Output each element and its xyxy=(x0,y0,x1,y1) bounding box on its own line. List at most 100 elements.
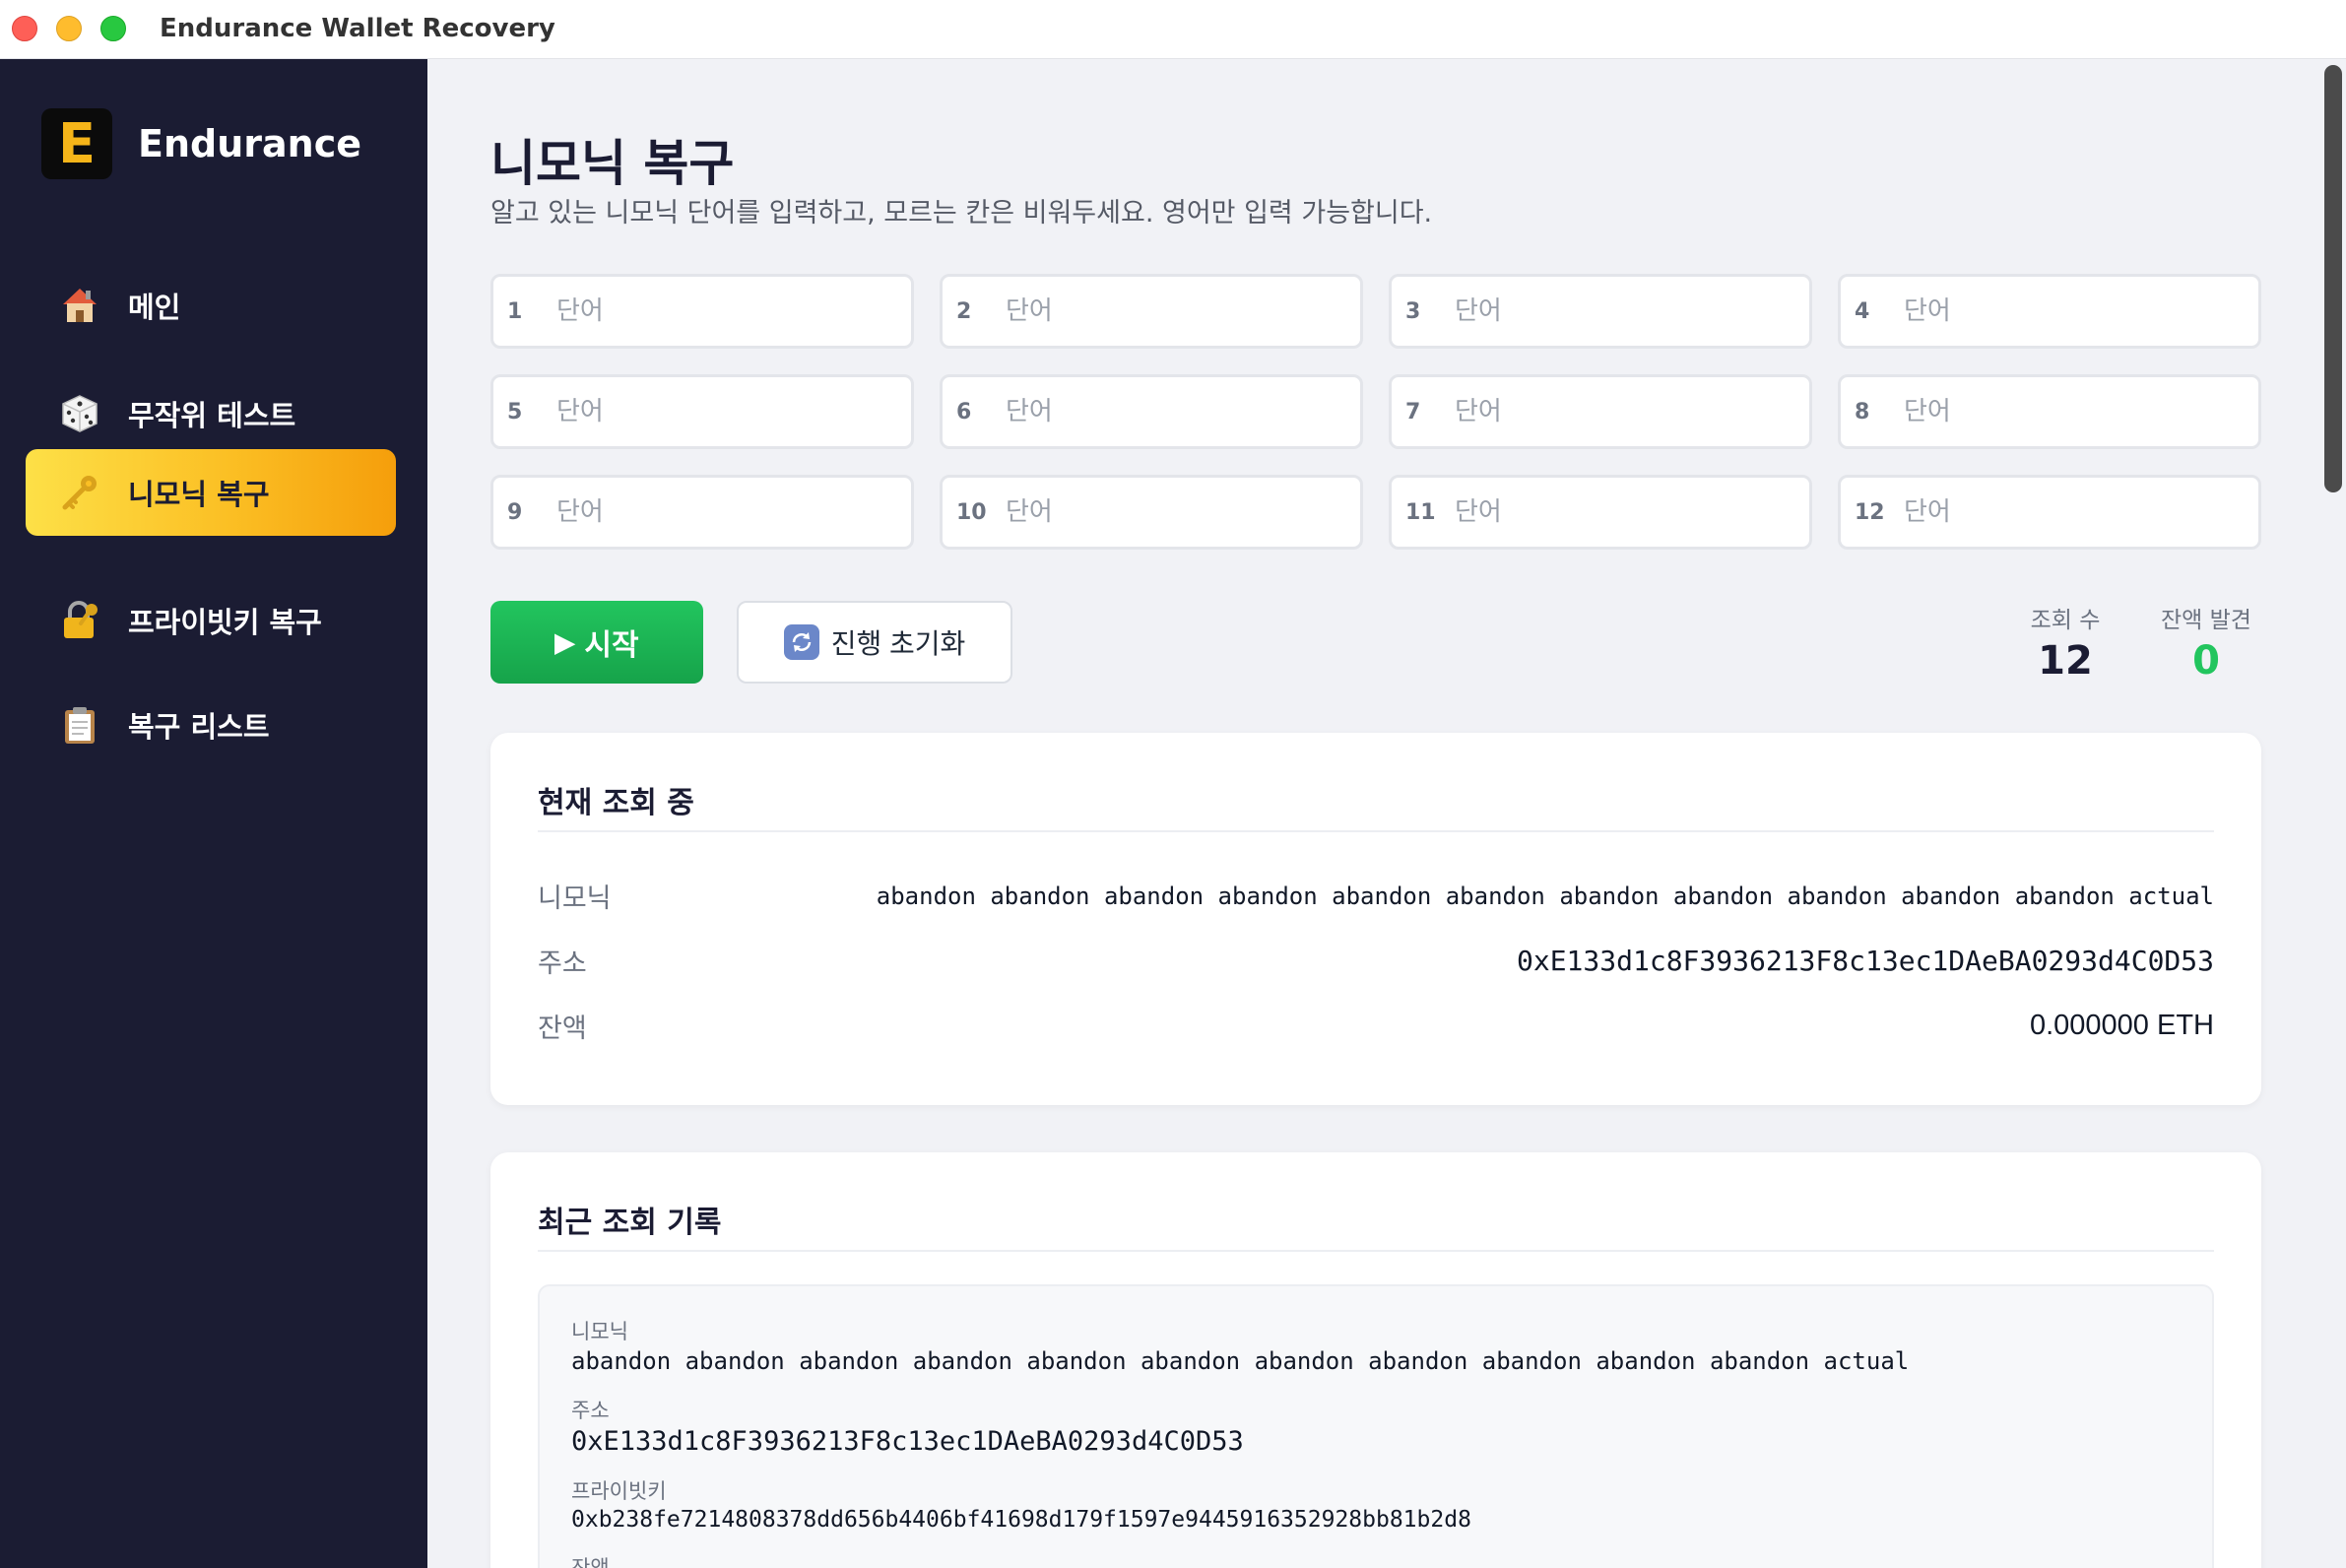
sidebar: E Endurance 메인 무작위 테스트 니모닉 복구 프라이빗키 복구 복… xyxy=(0,59,427,1568)
window-title: Endurance Wallet Recovery xyxy=(160,14,555,43)
word-input-5[interactable] xyxy=(556,397,891,426)
word-number: 1 xyxy=(507,298,523,324)
record-mnemonic-label: 니모닉 xyxy=(571,1320,628,1343)
word-input-12[interactable] xyxy=(1904,497,2239,527)
word-input-10[interactable] xyxy=(1006,497,1340,527)
word-number: 8 xyxy=(1855,399,1870,425)
word-number: 4 xyxy=(1855,298,1870,324)
word-number: 12 xyxy=(1855,499,1885,525)
sidebar-item-recovery-list[interactable]: 복구 리스트 xyxy=(26,682,396,768)
start-button-label: 시작 xyxy=(584,629,639,662)
reset-progress-button[interactable]: 진행 초기화 xyxy=(737,601,1012,684)
word-input-6[interactable] xyxy=(1006,397,1340,426)
window-zoom-button[interactable] xyxy=(100,16,126,41)
word-input-9[interactable] xyxy=(556,497,891,527)
word-number: 10 xyxy=(956,499,987,525)
word-number: 9 xyxy=(507,499,523,525)
word-input-4[interactable] xyxy=(1904,296,2239,326)
word-input-1[interactable] xyxy=(556,296,891,326)
word-number: 3 xyxy=(1405,298,1421,324)
balance-label: 잔액 xyxy=(538,1013,587,1044)
current-mnemonic-row: 니모닉 abandon abandon abandon abandon aban… xyxy=(538,877,2214,915)
history-record: 니모닉 abandon abandon abandon abandon aban… xyxy=(538,1284,2214,1568)
house-icon xyxy=(57,283,102,328)
word-number: 11 xyxy=(1405,499,1436,525)
dice-icon xyxy=(57,391,102,436)
current-balance-row: 잔액 0.000000 ETH xyxy=(538,1007,2214,1045)
word-input-2[interactable] xyxy=(1006,296,1340,326)
brand: E Endurance xyxy=(41,108,361,179)
word-number: 7 xyxy=(1405,399,1421,425)
lookup-count-stat: 조회 수 12 xyxy=(2021,601,2110,684)
word-number: 6 xyxy=(956,399,972,425)
address-value: 0xE133d1c8F3936213F8c13ec1DAeBA0293d4C0D… xyxy=(1516,945,2214,977)
brand-name: Endurance xyxy=(138,122,361,165)
sidebar-item-mnemonic-recovery[interactable]: 니모닉 복구 xyxy=(26,449,396,536)
record-address-label: 주소 xyxy=(571,1399,610,1422)
balance-found-stat: 잔액 발견 0 xyxy=(2153,601,2259,684)
mnemonic-value: abandon abandon abandon abandon abandon … xyxy=(876,882,2214,910)
record-mnemonic-value: abandon abandon abandon abandon abandon … xyxy=(571,1347,1910,1375)
word-field-8[interactable]: 8 xyxy=(1838,374,2261,449)
sidebar-item-private-key-recovery[interactable]: 프라이빗키 복구 xyxy=(26,577,396,664)
page-title: 니모닉 복구 xyxy=(490,135,735,192)
word-input-7[interactable] xyxy=(1455,397,1790,426)
word-field-4[interactable]: 4 xyxy=(1838,274,2261,349)
sidebar-item-label: 무작위 테스트 xyxy=(128,399,296,432)
current-lookup-card: 현재 조회 중 니모닉 abandon abandon abandon aban… xyxy=(490,733,2261,1105)
word-field-6[interactable]: 6 xyxy=(940,374,1363,449)
lock-key-icon xyxy=(57,598,102,643)
sidebar-item-label: 복구 리스트 xyxy=(128,710,270,744)
word-input-3[interactable] xyxy=(1455,296,1790,326)
window-titlebar: Endurance Wallet Recovery xyxy=(0,0,2346,59)
word-field-2[interactable]: 2 xyxy=(940,274,1363,349)
balance-value: 0.000000 ETH xyxy=(2029,1010,2214,1041)
mnemonic-label: 니모닉 xyxy=(538,883,612,914)
current-address-row: 주소 0xE133d1c8F3936213F8c13ec1DAeBA0293d4… xyxy=(538,942,2214,980)
sidebar-item-label: 메인 xyxy=(128,291,181,324)
divider xyxy=(538,1250,2214,1252)
clipboard-icon xyxy=(57,702,102,748)
card-title: 최근 조회 기록 xyxy=(538,1206,722,1240)
lookup-count-value: 12 xyxy=(2038,638,2093,684)
word-field-7[interactable]: 7 xyxy=(1389,374,1812,449)
sidebar-item-label: 프라이빗키 복구 xyxy=(128,606,322,639)
main-scrollbar[interactable] xyxy=(2324,65,2342,492)
word-field-9[interactable]: 9 xyxy=(490,475,914,550)
record-balance-label: 잔액 xyxy=(571,1556,610,1568)
word-field-1[interactable]: 1 xyxy=(490,274,914,349)
word-number: 2 xyxy=(956,298,972,324)
word-field-12[interactable]: 12 xyxy=(1838,475,2261,550)
sidebar-item-random-test[interactable]: 무작위 테스트 xyxy=(26,370,396,457)
window-minimize-button[interactable] xyxy=(56,16,82,41)
card-title: 현재 조회 중 xyxy=(538,786,694,820)
main-content: 니모닉 복구 알고 있는 니모닉 단어를 입력하고, 모르는 칸은 비워두세요.… xyxy=(427,59,2346,1568)
balance-found-label: 잔액 발견 xyxy=(2161,608,2251,633)
word-field-5[interactable]: 5 xyxy=(490,374,914,449)
sidebar-item-main[interactable]: 메인 xyxy=(26,262,396,349)
word-field-11[interactable]: 11 xyxy=(1389,475,1812,550)
refresh-icon xyxy=(783,624,819,660)
recent-history-card: 최근 조회 기록 니모닉 abandon abandon abandon aba… xyxy=(490,1152,2261,1568)
address-label: 주소 xyxy=(538,948,587,979)
start-button[interactable]: ▶ 시작 xyxy=(490,601,703,684)
play-icon: ▶ xyxy=(554,626,575,657)
key-icon xyxy=(57,470,102,515)
brand-logo: E xyxy=(41,108,112,179)
word-field-10[interactable]: 10 xyxy=(940,475,1363,550)
window-close-button[interactable] xyxy=(12,16,37,41)
mnemonic-word-grid: 1 2 3 4 5 6 7 8 xyxy=(490,274,2261,550)
divider xyxy=(538,830,2214,832)
word-field-3[interactable]: 3 xyxy=(1389,274,1812,349)
page-subtitle: 알고 있는 니모닉 단어를 입력하고, 모르는 칸은 비워두세요. 영어만 입력… xyxy=(490,198,1433,229)
word-input-11[interactable] xyxy=(1455,497,1790,527)
reset-button-label: 진행 초기화 xyxy=(830,628,966,659)
record-private-key-value: 0xb238fe7214808378dd656b4406bf41698d179f… xyxy=(571,1507,1471,1533)
lookup-count-label: 조회 수 xyxy=(2030,608,2101,633)
word-input-8[interactable] xyxy=(1904,397,2239,426)
word-number: 5 xyxy=(507,399,523,425)
record-address-value: 0xE133d1c8F3936213F8c13ec1DAeBA0293d4C0D… xyxy=(571,1426,1244,1457)
sidebar-item-label: 니모닉 복구 xyxy=(128,478,270,511)
balance-found-value: 0 xyxy=(2192,638,2220,684)
record-private-key-label: 프라이빗키 xyxy=(571,1479,667,1503)
